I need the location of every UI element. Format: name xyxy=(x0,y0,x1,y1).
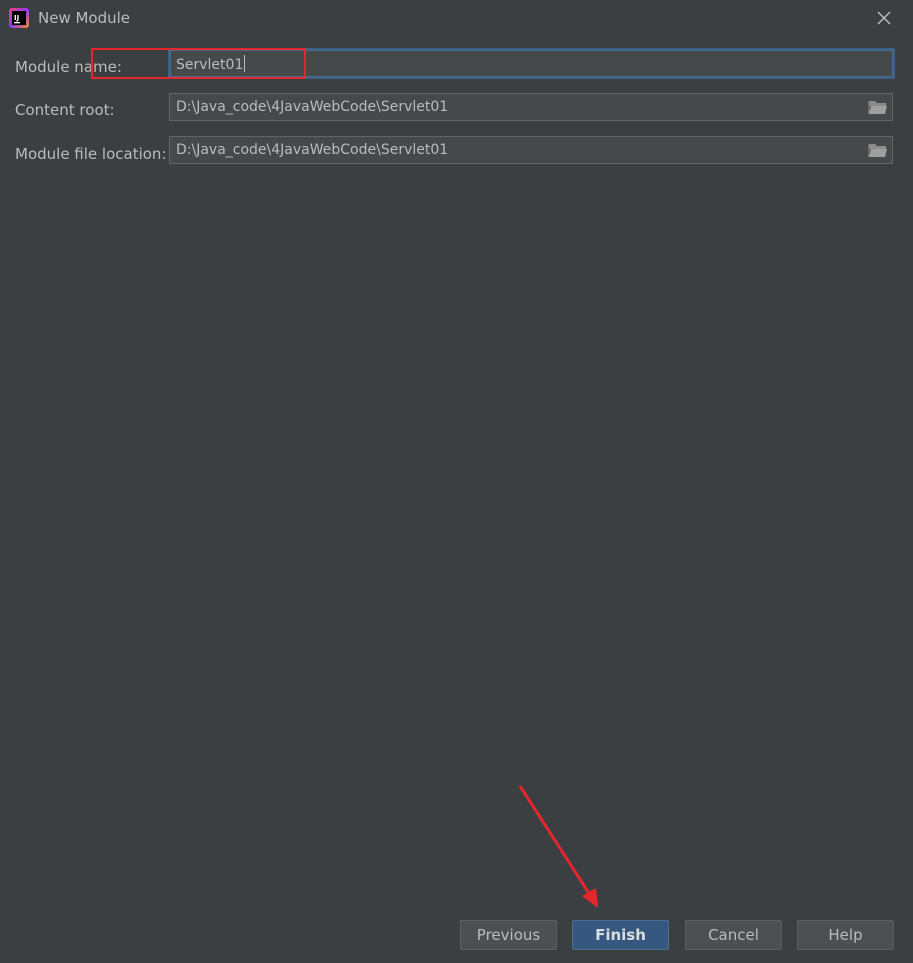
content-root-label: Content root: xyxy=(15,101,115,119)
module-file-location-input[interactable]: D:\Java_code\4JavaWebCode\Servlet01 xyxy=(169,136,893,164)
content-root-input[interactable]: D:\Java_code\4JavaWebCode\Servlet01 xyxy=(169,93,893,121)
svg-text:IJ: IJ xyxy=(14,14,19,22)
folder-open-icon[interactable] xyxy=(868,98,888,116)
cancel-button[interactable]: Cancel xyxy=(685,920,782,950)
module-name-value: Servlet01 xyxy=(176,57,244,73)
text-caret xyxy=(244,55,246,72)
annotation-arrow-icon xyxy=(518,785,598,908)
module-name-label: Module name: xyxy=(15,58,122,76)
content-root-value: D:\Java_code\4JavaWebCode\Servlet01 xyxy=(176,99,449,115)
help-button[interactable]: Help xyxy=(797,920,894,950)
module-file-location-value: D:\Java_code\4JavaWebCode\Servlet01 xyxy=(176,142,449,158)
new-module-dialog: IJ New Module Module name: Servlet01 Con… xyxy=(0,0,913,963)
folder-open-icon[interactable] xyxy=(868,141,888,159)
dialog-title: New Module xyxy=(38,9,131,27)
finish-button[interactable]: Finish xyxy=(572,920,669,950)
previous-button[interactable]: Previous xyxy=(460,920,557,950)
module-file-location-label: Module file location: xyxy=(15,145,167,163)
module-name-input[interactable]: Servlet01 xyxy=(168,48,895,79)
intellij-icon: IJ xyxy=(9,8,29,28)
close-icon[interactable] xyxy=(873,7,895,29)
title-bar: IJ New Module xyxy=(0,0,913,36)
